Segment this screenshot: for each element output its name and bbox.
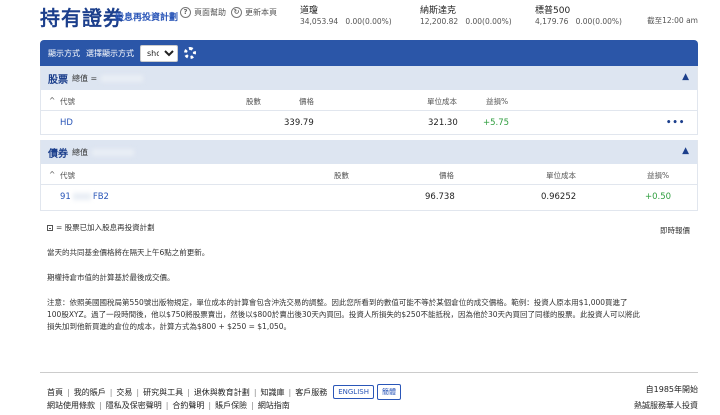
symbol-suffix: FB2: [92, 192, 109, 202]
col-price[interactable]: 價格: [299, 96, 314, 107]
footer-since: 自1985年開始: [645, 385, 698, 394]
symbol-link[interactable]: 91 FB2: [60, 192, 109, 202]
market-value-note: 期權持倉市值的計算基於最後成交價。: [47, 273, 175, 282]
gain-cell: +0.50: [645, 192, 672, 202]
chevron-up-icon[interactable]: ▲: [682, 146, 689, 156]
refresh-label: 更新本頁: [245, 8, 277, 17]
col-symbol[interactable]: 代號: [60, 96, 75, 107]
index-name: 道瓊: [300, 6, 319, 16]
footer-legal: 網站使用條款 | 隱私及保密聲明 | 合約聲明 | 賬戶保險 | 網站指南: [47, 400, 290, 411]
fund-note: 當天的共同基金價格將在隔天上午6點之前更新。: [47, 248, 210, 257]
stocks-section: 股票 總值 = ▲ ^ 代號 股數 價格 單位成本 益損% HD 339.79 …: [40, 66, 698, 135]
sort-arrow-icon[interactable]: ^: [49, 170, 55, 179]
disclaimer-line: 100股XYZ。過了一段時間後，他以$750將股票賣出，然後以$800於賣出後3…: [47, 310, 641, 319]
footer-nav: 首頁 | 我的賬戶 | 交易 | 研究與工具 | 退休與教育計劃 | 知識庫 | 客戶服務 …: [47, 384, 401, 400]
index-nasdaq: 納斯達克 12,200.82 0.00(0.00%): [420, 3, 512, 26]
chevron-up-icon[interactable]: ▲: [682, 72, 689, 82]
index-sp500: 標普500 4,179.76 0.00(0.00%): [535, 3, 622, 26]
more-options-icon[interactable]: •••: [666, 118, 685, 128]
footer-link-trade[interactable]: 交易: [116, 387, 132, 398]
display-toolbar: 顯示方式 選擇顯示方式 show: [40, 40, 698, 66]
sort-arrow-icon[interactable]: ^: [49, 96, 55, 105]
footer-divider: [40, 372, 698, 373]
gain-cell: +5.75: [483, 118, 510, 128]
index-value: 12,200.82: [420, 17, 459, 26]
page-title: 持有證券: [40, 6, 124, 30]
price-cell: 339.79: [284, 118, 314, 128]
simplified-chinese-button[interactable]: 簡體: [376, 384, 401, 400]
footer-link-home[interactable]: 首頁: [47, 387, 63, 398]
stocks-title: 股票: [48, 74, 68, 86]
col-gain[interactable]: 益損%: [486, 96, 508, 107]
price-cell: 96.738: [425, 192, 455, 202]
footer-link-account[interactable]: 我的賬戶: [74, 387, 106, 398]
unit-cost-cell: 0.96252: [541, 192, 577, 202]
masked-value: [72, 193, 91, 200]
bonds-section: 債券 總值 ▲ ^ 代號 股數 價格 單位成本 益損% 91 FB2 96.738…: [40, 140, 698, 211]
footer-link-research[interactable]: 研究與工具: [143, 387, 183, 398]
table-row[interactable]: 91 FB2 96.738 0.96252 +0.50: [41, 185, 697, 211]
footer-tagline: 熱誠服務華人投資: [634, 401, 698, 410]
select-display-label: 選擇顯示方式: [86, 48, 134, 58]
display-mode-label: 顯示方式: [48, 48, 80, 58]
bonds-column-header: ^ 代號 股數 價格 單位成本 益損%: [41, 164, 697, 185]
footer-link-privacy[interactable]: 隱私及保密聲明: [106, 400, 162, 411]
index-change: 0.00(0.00%): [345, 17, 392, 26]
index-name: 納斯達克: [420, 6, 457, 16]
disclaimer-line: 注意：依照美國國稅局第550號出版物規定，單位成本的計算會包含沖洗交易的調整。因…: [47, 298, 628, 307]
bonds-title: 債券: [48, 148, 68, 160]
bonds-total-label: 總值: [72, 147, 88, 157]
index-dow: 道瓊 34,053.94 0.00(0.00%): [300, 3, 392, 26]
footer-link-sitemap[interactable]: 網站指南: [258, 400, 290, 411]
unit-cost-cell: 321.30: [428, 118, 458, 128]
disclaimer-line: 損失加到他新買進的倉位的成本，計算方式為$800 + $250 = $1,050…: [47, 322, 292, 331]
help-icon: ?: [180, 7, 191, 18]
col-unit-cost[interactable]: 單位成本: [427, 96, 457, 107]
col-symbol[interactable]: 代號: [60, 170, 75, 181]
page-help-label: 頁面幫助: [194, 8, 226, 17]
index-name: 標普500: [535, 6, 571, 16]
table-row[interactable]: HD 339.79 321.30 +5.75 •••: [41, 111, 697, 135]
footer-link-insurance[interactable]: 賬戶保險: [215, 400, 247, 411]
stocks-column-header: ^ 代號 股數 價格 單位成本 益損%: [41, 90, 697, 111]
refresh-link[interactable]: ↻ 更新本頁: [231, 7, 277, 18]
drip-subtitle-link[interactable]: 股息再投資計劃: [115, 10, 178, 23]
as-of-time: 截至12:00 am: [647, 16, 698, 25]
drip-legend: = 股票已加入股息再投資計劃: [47, 222, 155, 234]
page-header: 持有證券 股息再投資計劃 ? 頁面幫助 ↻ 更新本頁 道瓊 34,053.94 …: [0, 0, 720, 32]
drip-marker-icon: [47, 225, 53, 231]
col-price[interactable]: 價格: [439, 170, 454, 181]
footer-link-service[interactable]: 客戶服務: [295, 387, 327, 398]
display-mode-select[interactable]: show: [140, 44, 178, 62]
col-qty[interactable]: 股數: [246, 96, 261, 107]
stocks-header[interactable]: 股票 總值 = ▲: [41, 66, 697, 90]
gear-icon[interactable]: [184, 47, 196, 59]
footer-link-knowledge[interactable]: 知識庫: [261, 387, 285, 398]
symbol-link[interactable]: HD: [60, 118, 73, 128]
disclaimer: 注意：依照美國國稅局第550號出版物規定，單位成本的計算會包含沖洗交易的調整。因…: [47, 297, 697, 333]
index-value: 34,053.94: [300, 17, 339, 26]
english-button[interactable]: ENGLISH: [333, 385, 374, 399]
masked-value: [92, 148, 134, 156]
footer-link-contract[interactable]: 合約聲明: [172, 400, 204, 411]
index-change: 0.00(0.00%): [575, 17, 622, 26]
symbol-prefix: 91: [60, 192, 71, 202]
col-qty[interactable]: 股數: [334, 170, 349, 181]
masked-value: [101, 74, 144, 82]
stocks-total-label: 總值 =: [72, 73, 98, 83]
refresh-icon: ↻: [231, 7, 242, 18]
index-change: 0.00(0.00%): [465, 17, 512, 26]
footer-link-retirement[interactable]: 退休與教育計劃: [194, 387, 250, 398]
drip-legend-text: = 股票已加入股息再投資計劃: [56, 223, 155, 232]
realtime-quote-link[interactable]: 即時報價: [660, 225, 690, 236]
page-help-link[interactable]: ? 頁面幫助: [180, 7, 226, 18]
footer-link-terms[interactable]: 網站使用條款: [47, 400, 95, 411]
col-gain[interactable]: 益損%: [647, 170, 669, 181]
index-value: 4,179.76: [535, 17, 569, 26]
col-unit-cost[interactable]: 單位成本: [546, 170, 576, 181]
bonds-header[interactable]: 債券 總值 ▲: [41, 140, 697, 164]
